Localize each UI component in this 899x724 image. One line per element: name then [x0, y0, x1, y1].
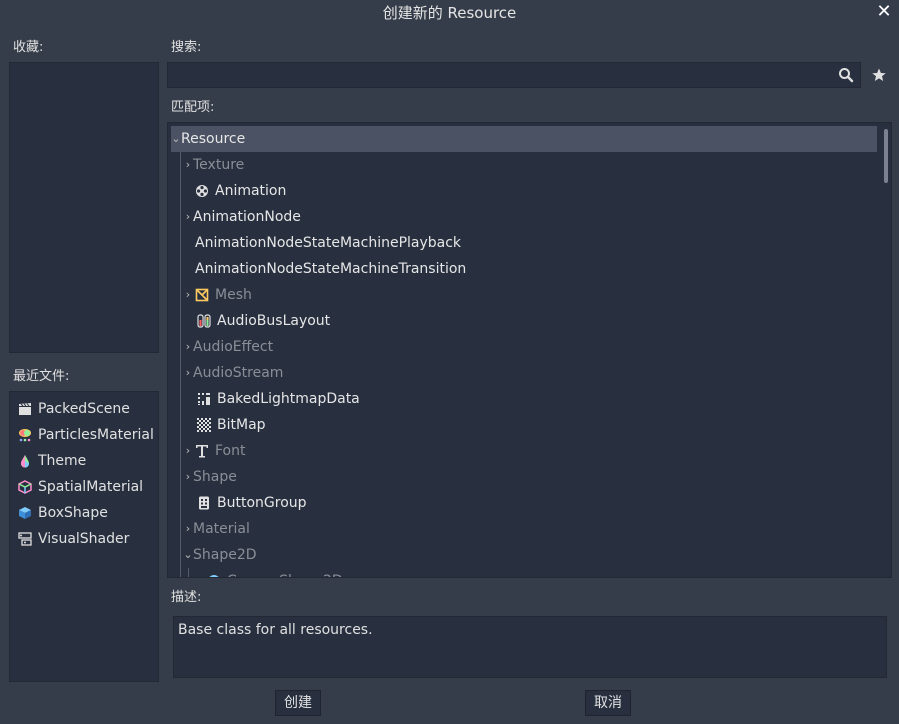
favorite-star-icon[interactable] [871, 67, 887, 83]
tree-row-audiostream[interactable]: › AudioStream [183, 360, 284, 386]
favorites-list[interactable] [9, 62, 159, 353]
recent-item-label: ParticlesMaterial [38, 427, 154, 443]
spatial-material-cube-icon [18, 480, 32, 494]
description-text: Base class for all resources. [173, 616, 887, 678]
tree-row-shape2d[interactable]: ⌄ Shape2D [183, 542, 257, 568]
tree-row-label: Material [193, 521, 250, 537]
recent-item-label: VisualShader [38, 531, 130, 547]
tree-row-bitmap[interactable]: BitMap [197, 412, 266, 438]
recent-item-label: PackedScene [38, 401, 130, 417]
tree-row-animationnode[interactable]: › AnimationNode [183, 204, 301, 230]
recent-item-spatialmaterial[interactable]: SpatialMaterial [10, 474, 158, 500]
chevron-right-icon[interactable]: › [183, 360, 193, 386]
clapperboard-icon [19, 403, 31, 415]
tree-row-material[interactable]: › Material [183, 516, 250, 542]
recent-label: 最近文件: [13, 369, 70, 384]
recent-item-label: BoxShape [38, 505, 108, 521]
recent-item-packedscene[interactable]: PackedScene [10, 396, 158, 422]
tree-row-audioeffect[interactable]: › AudioEffect [183, 334, 273, 360]
convex-shape-icon [209, 575, 219, 577]
tree-row-statemachinetransition[interactable]: AnimationNodeStateMachineTransition [195, 256, 466, 282]
chevron-down-icon[interactable]: ⌄ [171, 126, 181, 152]
chevron-right-icon[interactable]: › [183, 282, 193, 308]
recent-item-particlesmaterial[interactable]: ParticlesMaterial [10, 422, 158, 448]
tree-row-label: AudioEffect [193, 339, 274, 355]
tree-row-label: Font [215, 443, 246, 459]
tree-row-animation[interactable]: Animation [195, 178, 286, 204]
recent-item-label: Theme [38, 453, 87, 469]
tree-row-resource[interactable]: ⌄ Resource [171, 126, 877, 152]
description-label: 描述: [171, 590, 202, 605]
button-group-icon [199, 496, 209, 510]
box-shape-icon [19, 507, 31, 519]
tree-row-buttongroup[interactable]: ButtonGroup [197, 490, 307, 516]
tree-row-shape[interactable]: › Shape [183, 464, 237, 490]
tree-row-audiobuslayout[interactable]: AudioBusLayout [197, 308, 330, 334]
recent-item-label: SpatialMaterial [38, 479, 144, 495]
tree-row-label: BitMap [217, 417, 266, 433]
matches-tree[interactable]: ⌄ Resource › Texture Animation › Animati… [167, 122, 892, 578]
chevron-down-icon[interactable]: ⌄ [183, 542, 193, 568]
recent-item-boxshape[interactable]: BoxShape [10, 500, 158, 526]
particles-icon [19, 429, 31, 442]
baked-lightmap-icon [198, 393, 210, 405]
dialog-title: 创建新的 Resource [382, 4, 517, 22]
tree-row-label: Resource [181, 131, 246, 147]
matches-label: 匹配项: [171, 100, 215, 115]
animation-reel-icon [196, 185, 208, 197]
mesh-icon [195, 288, 209, 302]
tree-row-mesh[interactable]: › Mesh [183, 282, 252, 308]
search-label: 搜索: [171, 40, 202, 55]
tree-row-bakedlightmapdata[interactable]: BakedLightmapData [197, 386, 360, 412]
tree-row-label: AudioStream [193, 365, 284, 381]
tree-row-texture[interactable]: › Texture [183, 152, 244, 178]
chevron-right-icon[interactable]: › [183, 464, 193, 490]
tree-row-label: Texture [193, 157, 245, 173]
bitmap-checker-icon [197, 418, 211, 432]
recent-list[interactable]: PackedScene ParticlesMaterial Theme Spat… [9, 391, 159, 682]
recent-item-theme[interactable]: Theme [10, 448, 158, 474]
chevron-right-icon[interactable]: › [183, 516, 193, 542]
create-button[interactable]: 创建 [275, 690, 321, 716]
tree-scrollbar[interactable] [884, 129, 888, 183]
tree-row-label: Shape2D [193, 547, 257, 563]
tree-row-label: AnimationNode [193, 209, 301, 225]
audio-bus-layout-icon [197, 314, 211, 328]
tree-row-font[interactable]: › Font [183, 438, 246, 464]
tree-row-label: AnimationNodeStateMachinePlayback [195, 235, 462, 251]
close-icon[interactable]: ✕ [873, 2, 895, 24]
recent-item-visualshader[interactable]: VisualShader [10, 526, 158, 552]
tree-row-label: AudioBusLayout [217, 313, 331, 329]
search-icon[interactable] [838, 67, 854, 83]
font-t-icon [196, 445, 208, 458]
search-input[interactable] [167, 62, 861, 88]
tree-row-label: Shape [193, 469, 237, 485]
tree-row-statemachineplayback[interactable]: AnimationNodeStateMachinePlayback [195, 230, 461, 256]
chevron-right-icon[interactable]: › [183, 438, 193, 464]
cancel-button[interactable]: 取消 [585, 690, 631, 716]
tree-row-label: AnimationNodeStateMachineTransition [195, 261, 467, 277]
tree-row-label: Mesh [215, 287, 252, 303]
tree-row-label: ConvexShape2D [227, 568, 343, 577]
chevron-right-icon[interactable]: › [183, 334, 193, 360]
tree-row-convexshape2d[interactable]: ConvexShape2D [207, 568, 343, 577]
tree-row-label: Animation [215, 183, 287, 199]
theme-drop-icon [21, 455, 29, 468]
tree-row-label: ButtonGroup [217, 495, 307, 511]
chevron-right-icon[interactable]: › [183, 152, 193, 178]
visual-shader-icon [18, 532, 32, 546]
chevron-right-icon[interactable]: › [183, 204, 193, 230]
tree-row-label: BakedLightmapData [217, 391, 360, 407]
favorites-label: 收藏: [13, 40, 44, 55]
